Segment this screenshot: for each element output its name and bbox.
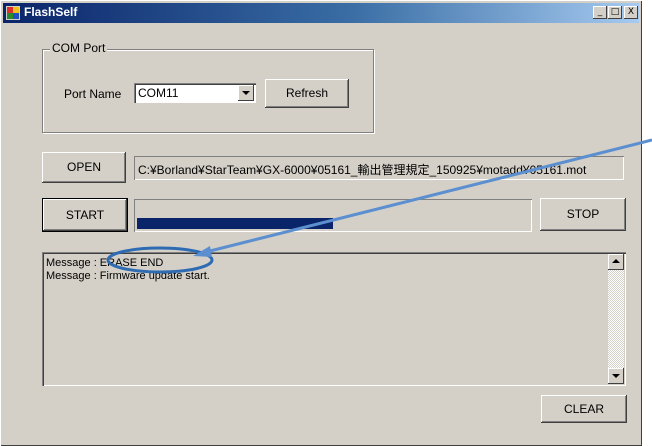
message-line: Message : Firmware update start.	[46, 270, 210, 282]
maximize-button[interactable]: □	[608, 6, 622, 19]
progress-bar	[134, 199, 532, 232]
main-window: FlashSelf _ □ X COM Port Port Name COM11…	[0, 0, 642, 446]
port-name-label: Port Name	[64, 87, 122, 101]
stop-button[interactable]: STOP	[540, 198, 626, 231]
file-path-field: C:¥Borland¥StarTeam¥GX-6000¥05161_輸出管理規定…	[134, 156, 624, 180]
chevron-down-icon[interactable]	[238, 85, 254, 101]
com-port-group-label: COM Port	[50, 41, 108, 55]
progress-bar-fill	[137, 218, 333, 229]
flashself-app-icon	[6, 6, 20, 20]
file-path-text: C:¥Borland¥StarTeam¥GX-6000¥05161_輸出管理規定…	[138, 163, 587, 177]
scroll-up-icon[interactable]	[608, 254, 624, 270]
port-name-value: COM11	[138, 86, 179, 100]
refresh-button[interactable]: Refresh	[265, 79, 349, 108]
minimize-button[interactable]: _	[593, 6, 607, 19]
scroll-down-icon[interactable]	[608, 368, 624, 384]
close-button[interactable]: X	[624, 6, 638, 19]
title-bar[interactable]: FlashSelf _ □ X	[3, 3, 639, 23]
start-button[interactable]: START	[42, 198, 128, 232]
port-name-select[interactable]: COM11	[134, 83, 256, 103]
message-scrollbar[interactable]	[608, 254, 624, 384]
message-log[interactable]: Message : ERASE END Message : Firmware u…	[42, 252, 626, 386]
window-title: FlashSelf	[24, 5, 78, 19]
message-line: Message : ERASE END	[46, 257, 164, 269]
clear-button[interactable]: CLEAR	[541, 395, 627, 423]
open-button[interactable]: OPEN	[42, 152, 126, 183]
